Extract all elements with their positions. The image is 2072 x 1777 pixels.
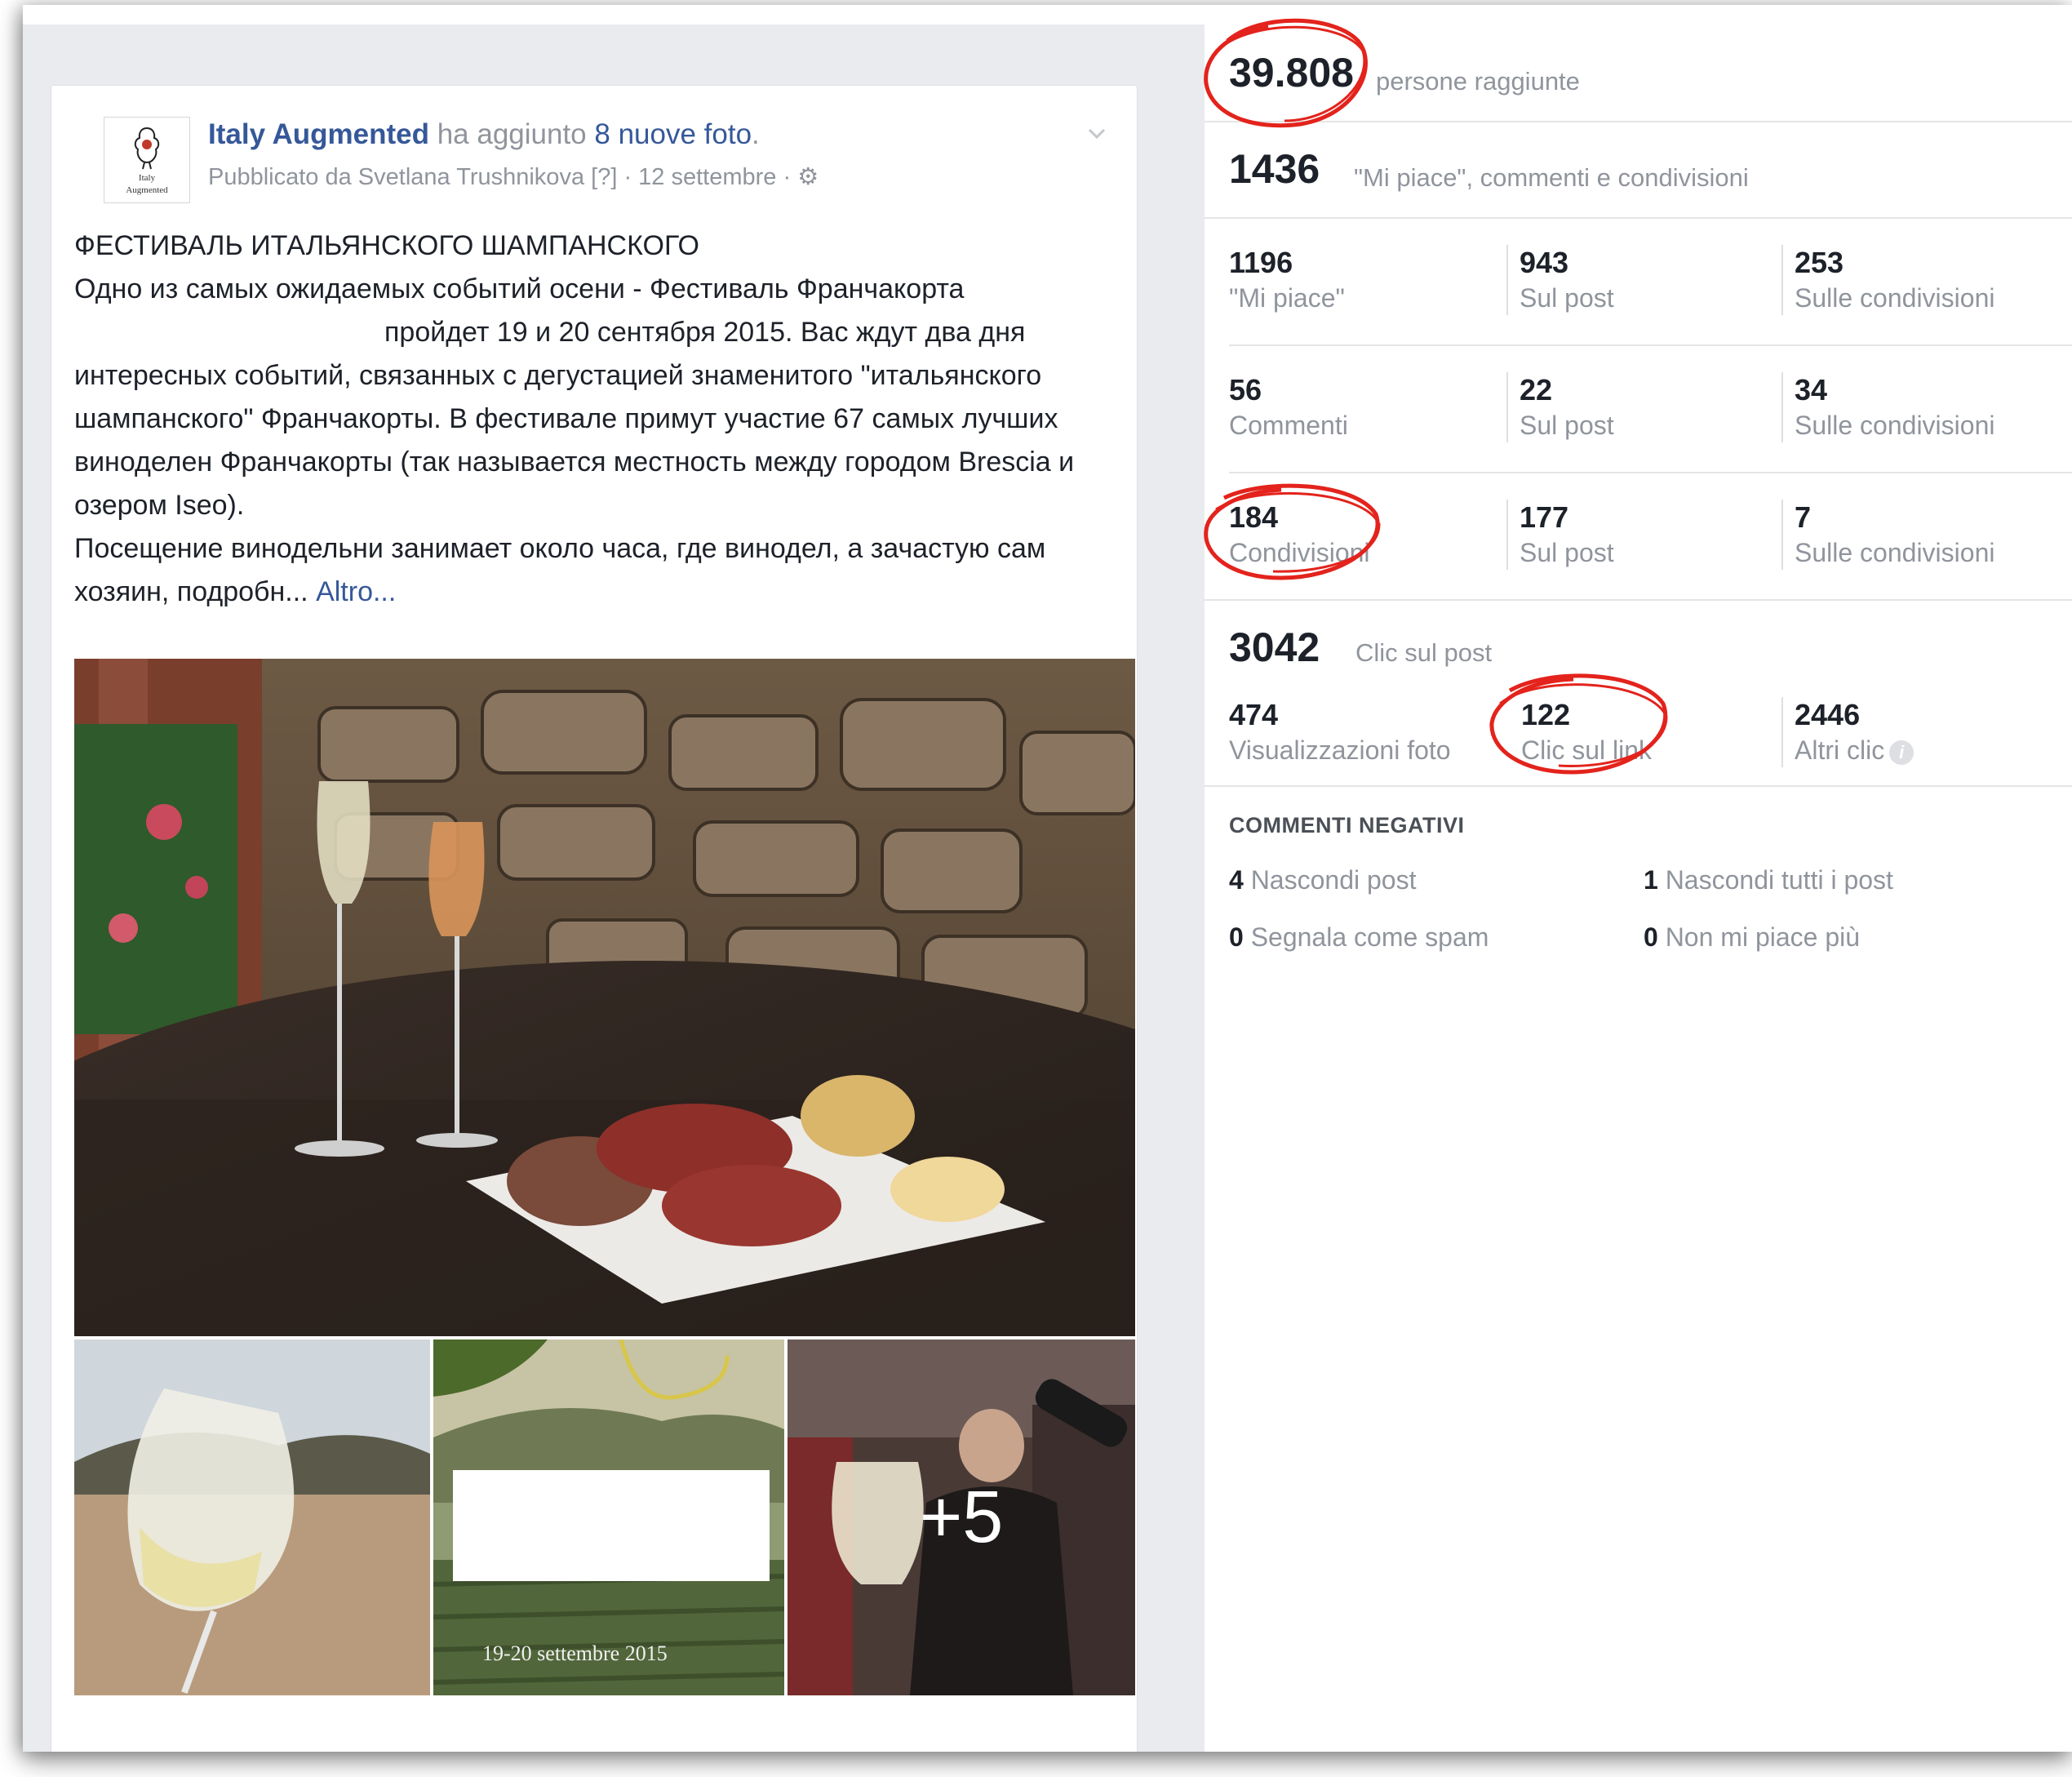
reach-value: 39.808 bbox=[1229, 50, 1354, 96]
other-clicks-row: Altri clic i bbox=[1795, 733, 1914, 767]
likes-on-shares-value: 253 bbox=[1795, 246, 1844, 279]
photos-link[interactable]: 8 nuove foto bbox=[594, 118, 752, 150]
photo-views-label: Visualizzazioni foto bbox=[1229, 735, 1451, 765]
engagement-label: "Mi piace", commenti e condivisioni bbox=[1354, 163, 1749, 192]
hide-post: 4 Nascondi post bbox=[1229, 865, 1416, 895]
redacted-box bbox=[453, 1470, 770, 1581]
link-clicks-label: Clic sul link bbox=[1521, 735, 1653, 765]
period-text: . bbox=[752, 118, 760, 150]
comments-on-post: 22 Sul post bbox=[1506, 372, 1614, 442]
other-clicks-label: Altri clic bbox=[1795, 735, 1885, 765]
post-card: Italy Augmented Italy Augmented ha aggiu… bbox=[51, 85, 1138, 1752]
comments-on-post-value: 22 bbox=[1520, 373, 1553, 406]
logo-text-1: Italy bbox=[138, 173, 156, 183]
divider bbox=[1229, 344, 2072, 346]
shares-on-shares-value: 7 bbox=[1795, 500, 1812, 534]
negative-feedback-title: COMMENTI NEGATIVI bbox=[1229, 813, 1465, 837]
divider bbox=[1229, 472, 2072, 473]
divider bbox=[1205, 217, 2072, 219]
likes-on-shares-label: Sulle condivisioni bbox=[1795, 283, 1995, 313]
shares-total: 184 Condivisioni bbox=[1229, 500, 1370, 570]
info-icon[interactable]: i bbox=[1889, 740, 1914, 765]
likes-on-shares: 253 Sulle condivisioni bbox=[1781, 245, 1994, 315]
published-by: Pubblicato da Svetlana Trushnikova bbox=[208, 164, 585, 190]
shares-on-shares: 7 Sulle condivisioni bbox=[1781, 500, 1994, 570]
comments-total-label: Commenti bbox=[1229, 411, 1348, 440]
unlike-page-label: Non mi piace più bbox=[1657, 922, 1861, 952]
post-text: ФЕСТИВАЛЬ ИТАЛЬЯНСКОГО ШАМПАНСКОГО Одно … bbox=[74, 224, 1103, 624]
comments-on-shares-label: Sulle condivisioni bbox=[1795, 411, 1995, 440]
page-logo-icon[interactable]: Italy Augmented bbox=[104, 117, 190, 203]
reach-label: persone raggiunte bbox=[1376, 67, 1580, 96]
shares-on-post-label: Sul post bbox=[1520, 538, 1614, 567]
insights-panel: 39.808 persone raggiunte 1436 "Mi piace"… bbox=[1205, 24, 2072, 1752]
other-clicks: 2446 Altri clic i bbox=[1781, 697, 1914, 767]
wine-table-photo bbox=[74, 659, 1135, 1336]
redacted-block bbox=[74, 320, 384, 349]
post-date[interactable]: · 12 settembre · bbox=[617, 164, 797, 190]
hide-all-posts: 1 Nascondi tutti i post bbox=[1644, 865, 1893, 895]
top-bar bbox=[23, 5, 2072, 24]
post-text-para2: Посещение винодельни занимает около часа… bbox=[74, 533, 1046, 607]
hide-post-value: 4 bbox=[1229, 865, 1244, 895]
left-panel: Italy Augmented Italy Augmented ha aggiu… bbox=[23, 24, 1182, 1752]
report-spam-value: 0 bbox=[1229, 922, 1244, 952]
logo-figure-icon bbox=[134, 127, 160, 170]
link-clicks: 122 Clic sul link bbox=[1521, 697, 1652, 767]
hide-all-posts-label: Nascondi tutti i post bbox=[1657, 865, 1893, 895]
wine-glass-photo bbox=[74, 1339, 430, 1695]
hide-post-label: Nascondi post bbox=[1243, 865, 1417, 895]
photo-views: 474 Visualizzazioni foto bbox=[1229, 697, 1451, 767]
shares-on-post-value: 177 bbox=[1520, 500, 1569, 534]
comments-total: 56 Commenti bbox=[1229, 372, 1348, 442]
likes-on-post: 943 Sul post bbox=[1506, 245, 1614, 315]
other-clicks-value: 2446 bbox=[1795, 698, 1861, 731]
post-text-line1: Одно из самых ожидаемых событий осени - … bbox=[74, 273, 965, 304]
more-photos-count: +5 bbox=[919, 1476, 1004, 1558]
photo-views-value: 474 bbox=[1229, 698, 1279, 731]
help-marker[interactable]: [?] bbox=[584, 164, 617, 190]
likes-on-post-label: Sul post bbox=[1520, 283, 1614, 313]
report-spam-label: Segnala come spam bbox=[1243, 922, 1489, 952]
photo-thumb-3[interactable]: +5 bbox=[786, 1338, 1137, 1697]
shares-on-shares-label: Sulle condivisioni bbox=[1795, 538, 1995, 567]
hide-all-posts-value: 1 bbox=[1644, 865, 1658, 895]
comments-on-post-label: Sul post bbox=[1520, 411, 1614, 440]
post-header: Italy Augmented ha aggiunto 8 nuove foto… bbox=[208, 118, 760, 151]
logo-text-2: Augmented bbox=[126, 185, 168, 195]
likes-total-value: 1196 bbox=[1229, 246, 1293, 279]
unlike-page: 0 Non mi piace più bbox=[1644, 922, 1860, 953]
divider bbox=[1205, 785, 2072, 787]
post-meta: Pubblicato da Svetlana Trushnikova [?] ·… bbox=[208, 162, 819, 191]
clicks-label: Clic sul post bbox=[1355, 638, 1493, 667]
engagement-value: 1436 bbox=[1229, 146, 1320, 192]
photo-thumb-2[interactable]: 19-20 settembre 2015 bbox=[432, 1338, 786, 1697]
photo-caption: 19-20 settembre 2015 bbox=[482, 1642, 668, 1665]
more-link[interactable]: Altro... bbox=[316, 576, 396, 607]
comments-on-shares: 34 Sulle condivisioni bbox=[1781, 372, 1994, 442]
shares-total-label: Condivisioni bbox=[1229, 538, 1370, 567]
likes-total: 1196 "Mi piace" bbox=[1229, 245, 1345, 315]
comments-total-value: 56 bbox=[1229, 373, 1262, 406]
chevron-down-icon[interactable] bbox=[1085, 122, 1109, 146]
shares-on-post: 177 Sul post bbox=[1506, 500, 1614, 570]
page-name-link[interactable]: Italy Augmented bbox=[208, 118, 429, 150]
photo-thumb-1[interactable] bbox=[73, 1338, 432, 1697]
clicks-value: 3042 bbox=[1229, 624, 1320, 670]
unlike-page-value: 0 bbox=[1644, 922, 1658, 952]
photo-main[interactable] bbox=[73, 657, 1137, 1338]
post-text-title: ФЕСТИВАЛЬ ИТАЛЬЯНСКОГО ШАМПАНСКОГО bbox=[74, 230, 699, 261]
report-spam: 0 Segnala come spam bbox=[1229, 922, 1489, 953]
divider bbox=[1205, 599, 2072, 601]
screenshot-frame: Italy Augmented Italy Augmented ha aggiu… bbox=[23, 5, 2072, 1752]
likes-total-label: "Mi piace" bbox=[1229, 283, 1345, 313]
divider bbox=[1205, 121, 2072, 122]
link-clicks-value: 122 bbox=[1521, 698, 1571, 731]
gear-icon[interactable]: ⚙ bbox=[797, 164, 819, 190]
shares-total-value: 184 bbox=[1229, 500, 1279, 534]
comments-on-shares-value: 34 bbox=[1795, 373, 1828, 406]
likes-on-post-value: 943 bbox=[1520, 246, 1569, 279]
action-text: ha aggiunto bbox=[428, 118, 595, 150]
